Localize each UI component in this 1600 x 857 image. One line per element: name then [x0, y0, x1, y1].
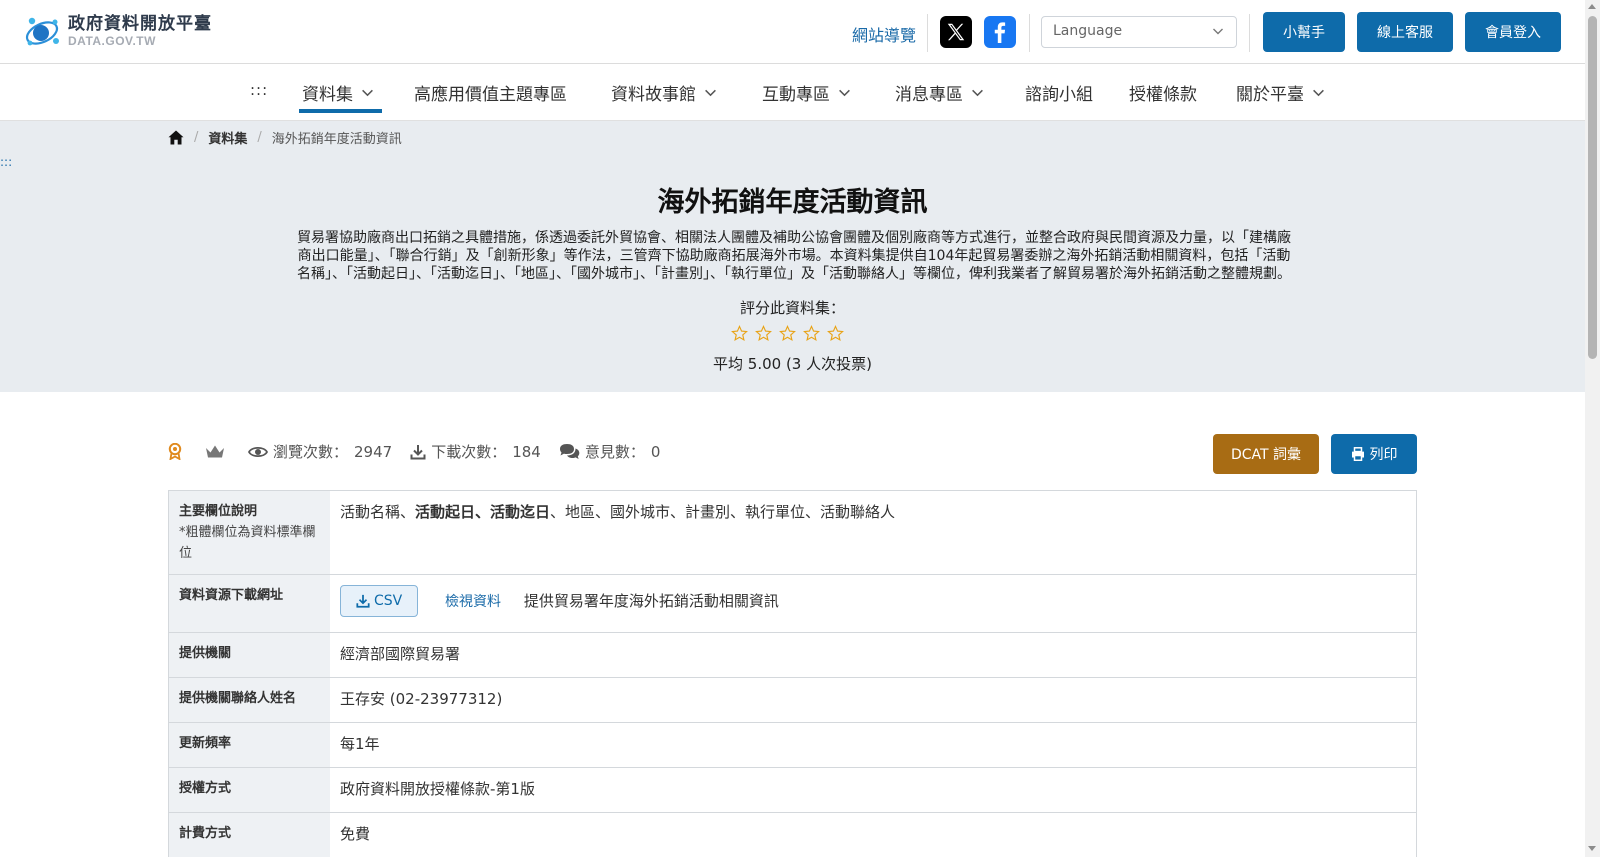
view-count: 瀏覽次數： 2947 [248, 441, 392, 462]
sitemap-link[interactable]: 網站導覽 [852, 22, 916, 46]
printer-icon [1351, 447, 1364, 461]
fee-value: 免費 [340, 825, 371, 843]
nav-item-datasets[interactable]: 資料集 [302, 80, 374, 105]
dataset-hero: / 資料集 / 海外拓銷年度活動資訊 ::: 海外拓銷年度活動資訊 貿易署協助廠… [0, 121, 1585, 392]
row-label: 更新頻率 [169, 723, 330, 767]
logo-subtitle: DATA.GOV.TW [68, 34, 156, 48]
bold-fields-note: *粗體欄位為資料標準欄位 [179, 525, 316, 561]
rating-stars [731, 325, 844, 342]
nav-item-news[interactable]: 消息專區 [895, 80, 984, 105]
member-login-button[interactable]: 會員登入 [1465, 12, 1561, 52]
facebook-share-button[interactable] [984, 16, 1016, 48]
chevron-down-icon [1213, 28, 1223, 35]
view-data-link[interactable]: 檢視資料 [445, 594, 501, 610]
chevron-down-icon [839, 89, 850, 97]
comments-icon [559, 444, 580, 459]
nav-item-interactive[interactable]: 互動專區 [762, 80, 851, 105]
chevron-down-icon [705, 89, 716, 97]
star-icon[interactable] [803, 325, 820, 342]
award-icon [168, 443, 182, 460]
header-divider [1249, 14, 1250, 52]
nav-accesskey[interactable]: ::: [250, 81, 268, 99]
chevron-down-icon [972, 89, 983, 97]
header-divider [927, 14, 928, 52]
row-label: 提供機關聯絡人姓名 [169, 678, 330, 722]
chevron-down-icon [362, 89, 373, 97]
table-row: 更新頻率 每1年 [169, 723, 1416, 768]
breadcrumb: / 資料集 / 海外拓銷年度活動資訊 [168, 128, 402, 147]
rating-label: 評分此資料集： [739, 299, 845, 317]
dcat-vocabulary-button[interactable]: DCAT 詞彙 [1213, 434, 1319, 474]
site-logo[interactable]: 政府資料開放平臺 DATA.GOV.TW [22, 12, 212, 50]
facebook-icon [994, 22, 1006, 43]
language-select-placeholder: Language [1053, 23, 1123, 39]
scrollbar-thumb[interactable] [1588, 16, 1597, 359]
quality-badge [168, 443, 187, 460]
online-support-button[interactable]: 線上客服 [1357, 12, 1453, 52]
row-label: 主要欄位說明 *粗體欄位為資料標準欄位 [169, 491, 330, 574]
rating-average: 平均 5.00 (3 人次投票) [713, 355, 872, 373]
home-icon[interactable] [168, 130, 184, 145]
top-header: 政府資料開放平臺 DATA.GOV.TW 網站導覽 Language 小幫手 線… [0, 0, 1585, 64]
scroll-down-arrow[interactable] [1588, 846, 1596, 851]
nav-item-license[interactable]: 授權條款 [1129, 80, 1197, 105]
contact-value: 王存安 (02-23977312) [340, 690, 503, 708]
breadcrumb-current: 海外拓銷年度活動資訊 [271, 132, 402, 147]
main-fields-value: 活動名稱、活動起日、活動迄日、地區、國外城市、計畫別、執行單位、活動聯絡人 [340, 503, 896, 521]
language-select[interactable]: Language [1041, 16, 1237, 48]
main-nav: ::: 資料集 高應用價值主題專區 資料故事館 互動專區 消息專區 諮詢小組 授… [0, 64, 1585, 121]
scroll-up-arrow[interactable] [1588, 4, 1596, 9]
breadcrumb-datasets[interactable]: 資料集 [208, 128, 247, 147]
nav-item-data-stories[interactable]: 資料故事館 [611, 80, 717, 105]
crown-icon [206, 445, 224, 457]
table-row: 提供機關聯絡人姓名 王存安 (02-23977312) [169, 678, 1416, 723]
download-resources: CSV 檢視資料 提供貿易署年度海外拓銷活動相關資訊 [330, 575, 1416, 632]
nav-item-advisory[interactable]: 諮詢小組 [1025, 80, 1093, 105]
dataset-info-table: 主要欄位說明 *粗體欄位為資料標準欄位 活動名稱、活動起日、活動迄日、地區、國外… [168, 490, 1417, 857]
nav-item-high-value[interactable]: 高應用價值主題專區 [414, 80, 567, 105]
row-label: 資料資源下載網址 [169, 575, 330, 632]
dataset-description: 貿易署協助廠商出口拓銷之具體措施，係透過委託外貿協會、相關法人團體及補助公協會團… [297, 230, 1291, 282]
page-title: 海外拓銷年度活動資訊 [657, 187, 928, 218]
star-icon[interactable] [827, 325, 844, 342]
resource-description: 提供貿易署年度海外拓銷活動相關資訊 [523, 591, 779, 610]
table-row: 授權方式 政府資料開放授權條款-第1版 [169, 768, 1416, 813]
header-divider [1029, 14, 1030, 52]
logo-title: 政府資料開放平臺 [68, 14, 212, 34]
star-icon[interactable] [779, 325, 796, 342]
comment-count: 意見數： 0 [559, 441, 660, 462]
download-count: 下載次數： 184 [410, 441, 541, 462]
row-label: 授權方式 [169, 768, 330, 812]
x-icon [947, 23, 965, 41]
logo-icon [22, 12, 64, 50]
page-scrollbar[interactable] [1585, 0, 1600, 857]
provider-link[interactable]: 經濟部國際貿易署 [330, 633, 1416, 677]
table-row: 資料資源下載網址 CSV 檢視資料 提供貿易署年度海外拓銷活動相關資訊 [169, 575, 1416, 633]
table-row: 計費方式 免費 [169, 813, 1416, 857]
x-share-button[interactable] [940, 16, 972, 48]
license-value: 政府資料開放授權條款-第1版 [340, 780, 535, 798]
eye-icon [248, 446, 268, 457]
row-label: 提供機關 [169, 633, 330, 677]
nav-active-indicator [299, 109, 382, 113]
download-icon [410, 444, 426, 459]
table-row: 主要欄位說明 *粗體欄位為資料標準欄位 活動名稱、活動起日、活動迄日、地區、國外… [169, 491, 1416, 575]
print-button[interactable]: 列印 [1331, 434, 1417, 474]
nav-item-about[interactable]: 關於平臺 [1236, 80, 1325, 105]
dataset-stats: 瀏覽次數： 2947 下載次數： 184 意見數： 0 [168, 441, 678, 462]
featured-badge [205, 444, 230, 460]
helper-button[interactable]: 小幫手 [1263, 12, 1345, 52]
table-row: 提供機關 經濟部國際貿易署 [169, 633, 1416, 678]
csv-download-button[interactable]: CSV [340, 585, 419, 617]
content-accesskey[interactable]: ::: [0, 155, 12, 169]
update-frequency-value: 每1年 [340, 735, 380, 753]
chevron-down-icon [1313, 89, 1324, 97]
row-label: 計費方式 [169, 813, 330, 857]
download-icon [356, 594, 370, 608]
star-icon[interactable] [755, 325, 772, 342]
star-icon[interactable] [731, 325, 748, 342]
